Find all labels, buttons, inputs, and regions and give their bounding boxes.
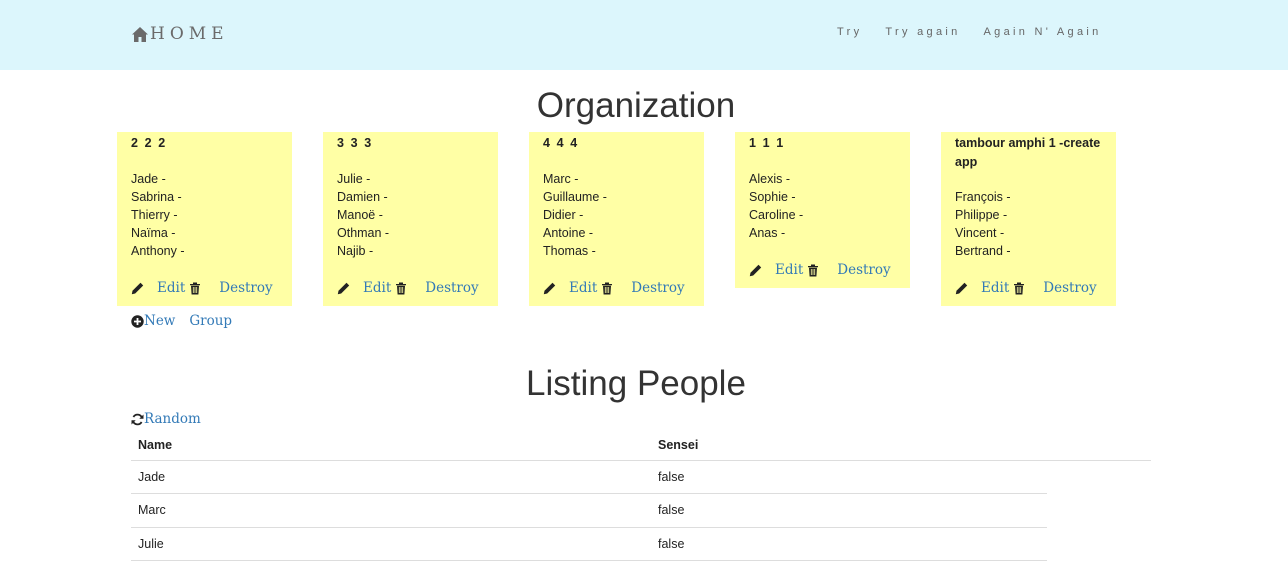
group-actions: Edit Destroy	[749, 261, 896, 279]
cell-sensei: false	[651, 493, 1047, 527]
member-item: Thierry -	[131, 208, 178, 222]
group-actions: Edit Destroy	[955, 279, 1102, 297]
member-item: Manoë -	[337, 208, 383, 222]
table-row: Jade false	[131, 459, 1047, 494]
member-item: Guillaume -	[543, 190, 607, 204]
edit-link[interactable]: Edit	[775, 262, 803, 278]
member-list: Marc - Guillaume - Didier - Antoine - Th…	[543, 170, 690, 260]
random-link[interactable]: Random	[131, 411, 201, 427]
group-card: 4 4 4 Marc - Guillaume - Didier - Antoin…	[529, 132, 704, 306]
group-name: 3 3 3	[337, 136, 373, 150]
random-label[interactable]: Random	[144, 411, 201, 427]
member-item: Vincent -	[955, 226, 1005, 240]
trash-icon[interactable]	[601, 282, 613, 295]
pencil-icon[interactable]	[131, 282, 144, 295]
group-actions: Edit Destroy	[131, 279, 278, 297]
nav-links: Try Try again Again N' Again	[837, 26, 1125, 38]
member-item: Antoine -	[543, 226, 594, 240]
home-icon	[132, 26, 148, 42]
member-list: Jade - Sabrina - Thierry - Naïma - Antho…	[131, 170, 278, 260]
trash-icon[interactable]	[189, 282, 201, 295]
organization-title: Organization	[536, 86, 736, 125]
cell-name: Julie	[131, 526, 651, 561]
new-group-word-group[interactable]: Group	[189, 313, 232, 329]
edit-link[interactable]: Edit	[569, 280, 597, 296]
member-item: Anas -	[749, 226, 786, 240]
brand-label: HOME	[150, 24, 229, 44]
group-card: 1 1 1 Alexis - Sophie - Caroline - Anas …	[735, 132, 910, 288]
member-item: Philippe -	[955, 208, 1008, 222]
plus-circle-icon	[131, 314, 144, 328]
member-list: François - Philippe - Vincent - Bertrand…	[955, 188, 1102, 260]
nav-link-try[interactable]: Try	[837, 26, 862, 38]
group-card: 2 2 2 Jade - Sabrina - Thierry - Naïma -…	[117, 132, 292, 306]
destroy-link[interactable]: Destroy	[1043, 280, 1096, 296]
pencil-icon[interactable]	[543, 282, 556, 295]
member-item: Anthony -	[131, 244, 185, 258]
member-item: Naïma -	[131, 226, 176, 240]
member-item: Sophie -	[749, 190, 796, 204]
group-card: 3 3 3 Julie - Damien - Manoë - Othman - …	[323, 132, 498, 306]
destroy-link[interactable]: Destroy	[631, 280, 684, 296]
member-list: Julie - Damien - Manoë - Othman - Najib …	[337, 170, 484, 260]
people-table: Name Sensei Jade false Marc false Julie …	[131, 430, 1047, 561]
member-item: François -	[955, 190, 1011, 204]
column-header-sensei: Sensei	[658, 437, 699, 452]
pencil-icon[interactable]	[749, 264, 762, 277]
new-group-link[interactable]: New Group	[131, 313, 232, 329]
refresh-icon	[131, 413, 144, 425]
trash-icon[interactable]	[1013, 282, 1025, 295]
member-item: Thomas -	[543, 244, 596, 258]
cell-name: Marc	[131, 493, 651, 527]
member-item: Damien -	[337, 190, 388, 204]
member-item: Alexis -	[749, 172, 790, 186]
member-item: Didier -	[543, 208, 584, 222]
pencil-icon[interactable]	[337, 282, 350, 295]
group-name: 1 1 1	[749, 136, 785, 150]
cell-sensei: false	[651, 459, 1047, 494]
member-item: Julie -	[337, 172, 371, 186]
table-header-row: Name Sensei	[131, 430, 1047, 460]
member-item: Othman -	[337, 226, 390, 240]
column-header-name: Name	[138, 437, 173, 452]
member-item: Bertrand -	[955, 244, 1011, 258]
group-name: 2 2 2	[131, 136, 167, 150]
edit-link[interactable]: Edit	[157, 280, 185, 296]
group-name: 4 4 4	[543, 136, 579, 150]
destroy-link[interactable]: Destroy	[425, 280, 478, 296]
member-item: Marc -	[543, 172, 579, 186]
edit-link[interactable]: Edit	[363, 280, 391, 296]
destroy-link[interactable]: Destroy	[219, 280, 272, 296]
trash-icon[interactable]	[807, 264, 819, 277]
group-actions: Edit Destroy	[543, 279, 690, 297]
destroy-link[interactable]: Destroy	[837, 262, 890, 278]
table-bottom-rule	[131, 560, 1047, 561]
edit-link[interactable]: Edit	[981, 280, 1009, 296]
new-group-word-new[interactable]: New	[144, 313, 175, 329]
nav-link-again-n-again[interactable]: Again N' Again	[984, 26, 1102, 38]
member-item: Caroline -	[749, 208, 804, 222]
nav-link-try-again[interactable]: Try again	[885, 26, 960, 38]
table-row: Julie false	[131, 526, 1047, 561]
member-list: Alexis - Sophie - Caroline - Anas -	[749, 170, 896, 242]
member-item: Jade -	[131, 172, 166, 186]
group-name: tambour amphi 1 -create app	[955, 136, 1101, 169]
group-actions: Edit Destroy	[337, 279, 484, 297]
cell-sensei: false	[651, 526, 1047, 561]
table-row: Marc false	[131, 493, 1047, 527]
listing-people-title: Listing People	[526, 364, 746, 403]
member-item: Najib -	[337, 244, 374, 258]
pencil-icon[interactable]	[955, 282, 968, 295]
brand-home-link[interactable]: HOME	[131, 24, 229, 44]
navbar: HOME Try Try again Again N' Again	[0, 0, 1288, 70]
group-card: tambour amphi 1 -create app François - P…	[941, 132, 1116, 306]
member-item: Sabrina -	[131, 190, 182, 204]
cell-name: Jade	[131, 459, 651, 494]
trash-icon[interactable]	[395, 282, 407, 295]
